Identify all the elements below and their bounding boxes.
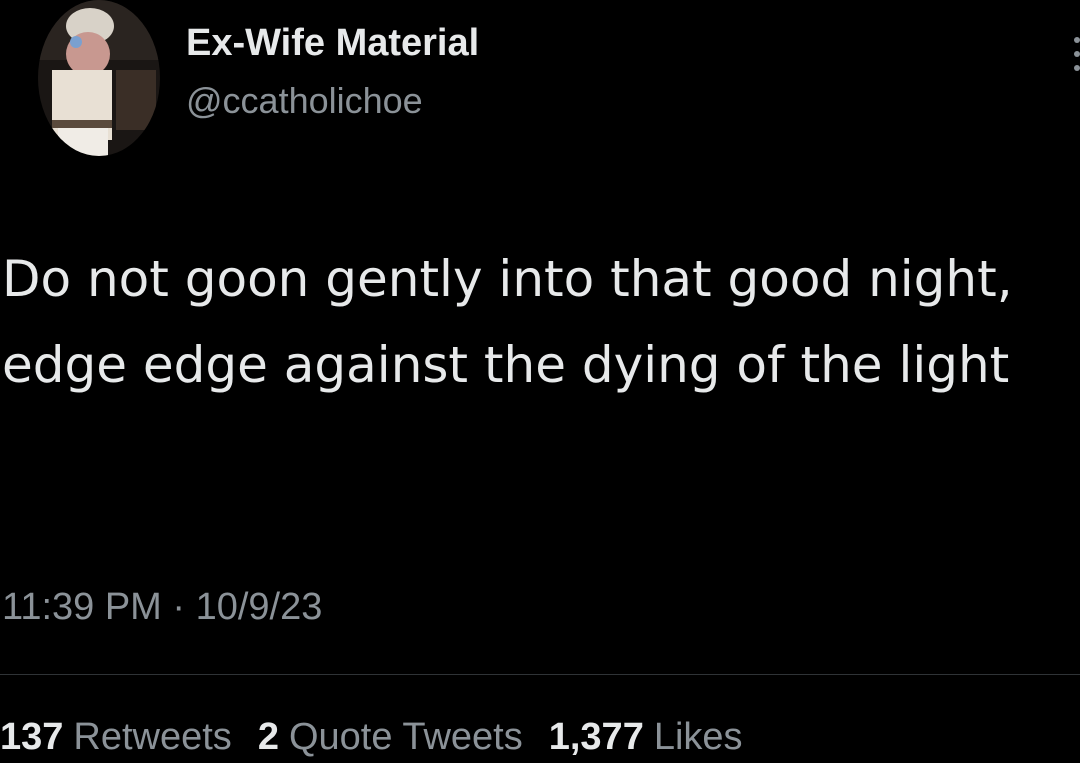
tweet-card: Ex-Wife Material @ccatholichoe Do not go… [0, 0, 1080, 763]
more-options-icon[interactable] [1068, 34, 1080, 74]
quote-tweets-label: Quote Tweets [288, 716, 523, 758]
avatar-image [38, 0, 160, 156]
author-handle[interactable]: @ccatholichoe [186, 80, 423, 122]
quote-tweets-stat[interactable]: 2 Quote Tweets [258, 716, 523, 759]
retweets-stat[interactable]: 137 Retweets [0, 716, 232, 759]
author-display-name[interactable]: Ex-Wife Material [186, 22, 479, 65]
tweet-text: Do not goon gently into that good night,… [2, 250, 1013, 394]
tweet-timestamp[interactable]: 11:39 PM · 10/9/23 [2, 586, 322, 629]
tweet-stats: 137 Retweets 2 Quote Tweets 1,377 Likes [0, 716, 769, 759]
likes-stat[interactable]: 1,377 Likes [549, 716, 743, 759]
quote-tweets-count: 2 [257, 716, 279, 758]
profile-avatar[interactable] [38, 0, 160, 156]
divider [0, 674, 1080, 675]
likes-count: 1,377 [548, 716, 644, 758]
likes-label: Likes [653, 716, 743, 758]
retweets-count: 137 [0, 716, 64, 758]
retweets-label: Retweets [73, 716, 232, 758]
